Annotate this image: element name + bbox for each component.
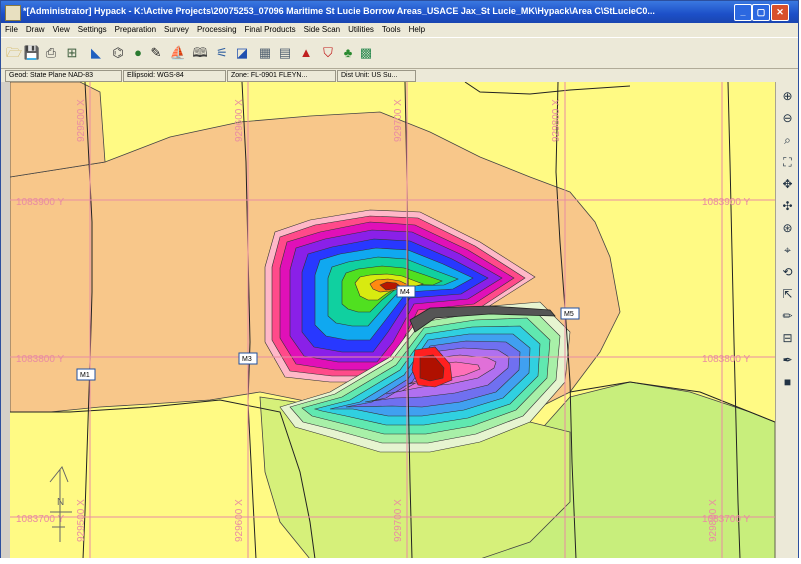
tin-icon[interactable]: ▩ [357, 44, 375, 62]
geodesy-info-bar: Geod: State Plane NAD-83 Ellipsoid: WGS-… [1, 68, 798, 82]
map-tools-ribbon: ⊕ ⊖ ⌕ ⛶ ✥ ✣ ⊛ ⌖ ⟲ ⇱ ✏ ⊟ ✒ ■ [775, 82, 798, 559]
menu-settings[interactable]: Settings [74, 23, 111, 34]
zoom-window-icon[interactable]: ⌕ [779, 132, 796, 149]
boat-icon[interactable]: ⛵ [169, 44, 187, 62]
edit-pen-icon[interactable]: ✒ [779, 352, 796, 369]
pan-icon[interactable]: ✥ [779, 176, 796, 193]
title-bar[interactable]: *[Administrator] Hypack - K:\Active Proj… [1, 1, 798, 23]
menu-side-scan[interactable]: Side Scan [300, 23, 344, 34]
easting-label-4: 929800 X [551, 99, 562, 142]
book-icon[interactable]: 🕮 [191, 44, 209, 62]
northing-label-lower: 1083700 Y [16, 514, 65, 525]
easting-label-3: 929700 X [393, 99, 404, 142]
menu-draw[interactable]: Draw [22, 23, 49, 34]
main-toolbar: 🗁 💾 ⎙ ⊞ ◣ ⌬ ● ✎ ⛵ 🕮 ⚟ ◪ ▦ ▤ ▲ ⛉ ♣ ▩ [1, 37, 798, 68]
easting-label-2: 929600 X [234, 99, 245, 142]
menu-final-products[interactable]: Final Products [241, 23, 300, 34]
window-title: *[Administrator] Hypack - K:\Active Proj… [23, 6, 655, 16]
pan-arrows-icon[interactable]: ✣ [779, 198, 796, 215]
map-canvas[interactable]: 1083900 Y 1083900 Y 1083800 Y 1083800 Y … [10, 82, 775, 559]
northing-label-upper-right: 1083900 Y [702, 197, 751, 208]
zoom-out-icon[interactable]: ⊖ [779, 110, 796, 127]
distance-unit-field: Dist Unit: US Su... [337, 70, 416, 82]
fill-block-icon[interactable]: ■ [779, 374, 796, 391]
open-folder-icon[interactable]: 🗁 [5, 44, 23, 62]
sand-zone-nw [10, 82, 106, 178]
easting-label-1: 929500 X [76, 99, 87, 142]
center-icon[interactable]: ⌖ [779, 242, 796, 259]
table-icon[interactable]: ▤ [276, 44, 294, 62]
measure-icon[interactable]: ⊟ [779, 330, 796, 347]
northing-label-middle-right: 1083800 Y [702, 354, 751, 365]
project-tree-icon[interactable]: ⊞ [63, 44, 81, 62]
planning-icon[interactable]: ⌬ [109, 44, 127, 62]
menu-file[interactable]: File [1, 23, 22, 34]
menu-tools[interactable]: Tools [378, 23, 405, 34]
draw-pencil-icon[interactable]: ✏ [779, 308, 796, 325]
easting-label-4-bottom: 929800 X [708, 499, 719, 542]
shield-icon[interactable]: ⛉ [319, 44, 337, 62]
menu-preparation[interactable]: Preparation [111, 23, 160, 34]
volume-icon[interactable]: ◪ [233, 44, 251, 62]
zoom-in-icon[interactable]: ⊕ [779, 88, 796, 105]
chart-icon[interactable]: ◣ [87, 44, 105, 62]
grid-icon[interactable]: ▦ [256, 44, 274, 62]
menu-utilities[interactable]: Utilities [344, 23, 378, 34]
easting-label-2-bottom: 929600 X [234, 499, 245, 542]
northing-label-middle: 1083800 Y [16, 354, 65, 365]
menu-survey[interactable]: Survey [160, 23, 193, 34]
footer-strip [0, 558, 801, 564]
zoom-extents-icon[interactable]: ⛶ [779, 154, 796, 171]
rotate-icon[interactable]: ⟲ [779, 264, 796, 281]
geodesy-field: Geod: State Plane NAD-83 [5, 70, 122, 82]
select-pointer-icon[interactable]: ⇱ [779, 286, 796, 303]
menu-processing[interactable]: Processing [193, 23, 241, 34]
bathymetry-map[interactable]: 1083900 Y 1083900 Y 1083800 Y 1083800 Y … [10, 82, 775, 559]
tree-icon[interactable]: ♣ [339, 44, 357, 62]
ellipsoid-field: Ellipsoid: WGS-84 [123, 70, 226, 82]
zone-field: Zone: FL-0901 FLEYN... [227, 70, 336, 82]
minimize-button[interactable]: _ [734, 4, 752, 21]
marker-m3: M3 [242, 356, 252, 363]
maximize-button[interactable]: ▢ [752, 4, 770, 21]
crosshair-icon[interactable]: ⊛ [779, 220, 796, 237]
save-icon[interactable]: 💾 [23, 44, 41, 62]
marker-m4: M4 [400, 289, 410, 296]
channel-icon[interactable]: ⚟ [213, 44, 231, 62]
close-button[interactable]: ✕ [771, 4, 789, 21]
north-arrow-label: N [57, 497, 64, 508]
hypack-app-icon[interactable] [5, 5, 21, 21]
easting-label-3-bottom: 929700 X [393, 499, 404, 542]
marker-m1: M1 [80, 372, 90, 379]
easting-label-1-bottom: 929500 X [76, 499, 87, 542]
print-icon[interactable]: ⎙ [42, 44, 60, 62]
menu-help[interactable]: Help [405, 23, 429, 34]
globe-icon[interactable]: ● [129, 44, 147, 62]
menu-view[interactable]: View [49, 23, 74, 34]
marker-m5: M5 [564, 311, 574, 318]
northing-label-upper: 1083900 Y [16, 197, 65, 208]
pen-icon[interactable]: ✎ [147, 44, 165, 62]
triangle-icon[interactable]: ▲ [297, 44, 315, 62]
hypack-window: *[Administrator] Hypack - K:\Active Proj… [0, 0, 799, 560]
menu-bar: File Draw View Settings Preparation Survey Pro… [1, 23, 798, 37]
